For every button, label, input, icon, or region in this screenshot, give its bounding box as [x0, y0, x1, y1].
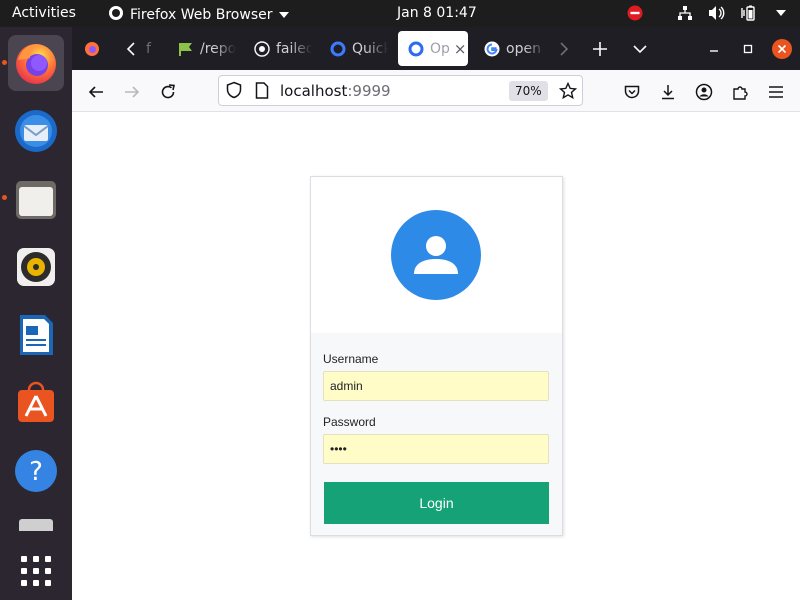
tab-strip: f /repo failed Quick Op × open: [72, 27, 800, 70]
grid-icon: [21, 556, 51, 586]
menu-button[interactable]: [762, 78, 790, 106]
navigation-toolbar: localhost:9999 70%: [72, 70, 800, 112]
running-indicator: [2, 60, 7, 65]
account-button[interactable]: [690, 78, 718, 106]
close-tab-icon[interactable]: ×: [454, 40, 467, 58]
user-icon: [414, 236, 458, 274]
thunderbird-icon: [15, 110, 57, 152]
dock-item-files[interactable]: [8, 171, 64, 227]
app-menu-label: Firefox Web Browser: [130, 7, 273, 23]
plus-icon: [593, 42, 607, 56]
tab-op-selected[interactable]: Op ×: [398, 31, 468, 66]
list-all-tabs-button[interactable]: [626, 35, 654, 63]
dock: ?: [0, 27, 72, 600]
dock-item-firefox[interactable]: [8, 35, 64, 91]
quickwork-icon: [408, 41, 424, 57]
do-not-disturb-icon[interactable]: [626, 4, 644, 22]
rhythmbox-icon: [17, 248, 55, 286]
forward-arrow-icon: [125, 86, 140, 98]
chevron-down-icon: [278, 7, 289, 23]
minimize-icon: [710, 50, 718, 52]
maximize-button[interactable]: [734, 35, 762, 63]
firefox-view-button[interactable]: [78, 35, 106, 63]
bookmark-star-icon[interactable]: [558, 81, 578, 104]
zoom-indicator[interactable]: 70%: [509, 81, 548, 101]
dock-item-partial[interactable]: [8, 511, 64, 531]
software-icon: [18, 381, 54, 422]
quickwork-icon: [330, 41, 346, 57]
forward-button[interactable]: [118, 78, 146, 106]
dock-item-thunderbird[interactable]: [8, 103, 64, 159]
reload-button[interactable]: [154, 78, 182, 106]
show-applications-button[interactable]: [8, 543, 64, 599]
hamburger-icon: [769, 86, 783, 98]
firefox-icon: [16, 44, 56, 84]
login-card-header: [311, 177, 562, 333]
system-tray[interactable]: [626, 4, 790, 22]
dock-item-software[interactable]: [8, 375, 64, 431]
dock-item-rhythmbox[interactable]: [8, 239, 64, 295]
password-label: Password: [323, 415, 376, 429]
reload-icon: [161, 84, 175, 99]
app-menu[interactable]: Firefox Web Browser: [108, 5, 289, 25]
system-top-bar: Activities Firefox Web Browser Jan 8 01:…: [0, 0, 800, 27]
login-button[interactable]: Login: [324, 482, 549, 524]
chevron-right-icon: [560, 42, 569, 56]
download-icon: [662, 85, 674, 100]
password-input[interactable]: [323, 434, 549, 464]
downloads-button[interactable]: [654, 78, 682, 106]
svg-text:?: ?: [29, 457, 43, 487]
github-icon: [254, 40, 270, 57]
application-icon: [19, 519, 53, 531]
google-icon: [484, 41, 500, 57]
help-icon: ?: [15, 450, 57, 492]
puzzle-icon: [733, 86, 748, 100]
activities-button[interactable]: Activities: [12, 5, 76, 21]
username-input[interactable]: [323, 371, 549, 401]
dock-item-writer[interactable]: [8, 307, 64, 363]
flag-icon: [178, 41, 194, 57]
firefox-icon: [85, 42, 99, 56]
minimize-button[interactable]: [700, 35, 728, 63]
tab-quick[interactable]: Quick: [320, 31, 388, 66]
battery-icon[interactable]: [740, 4, 758, 22]
volume-icon[interactable]: [708, 4, 726, 22]
chevron-left-icon: [126, 41, 135, 56]
running-indicator: [2, 195, 7, 200]
back-button[interactable]: [82, 78, 110, 106]
tab-repo[interactable]: /repo: [168, 31, 236, 66]
close-window-button[interactable]: [768, 35, 796, 63]
url-port: :9999: [347, 82, 391, 100]
pocket-button[interactable]: [618, 78, 646, 106]
extensions-button[interactable]: [726, 78, 754, 106]
firefox-small-icon: [108, 5, 124, 25]
dock-item-help[interactable]: ?: [8, 443, 64, 499]
tab-label: Op: [430, 40, 450, 57]
shield-icon[interactable]: [225, 81, 243, 103]
chevron-down-icon: [633, 45, 647, 54]
chevron-down-icon[interactable]: [772, 4, 790, 22]
username-label: Username: [323, 352, 379, 366]
tab-open[interactable]: open: [474, 31, 546, 66]
url-bar[interactable]: localhost:9999 70%: [218, 75, 583, 106]
tab-scroll-right[interactable]: [550, 35, 578, 63]
url-host: localhost: [280, 82, 348, 100]
tab-failed[interactable]: failed: [244, 31, 312, 66]
new-tab-button[interactable]: [586, 35, 614, 63]
network-icon[interactable]: [676, 4, 694, 22]
writer-icon: [20, 315, 53, 355]
url-text[interactable]: localhost:9999: [280, 82, 391, 100]
back-arrow-icon: [88, 86, 103, 98]
clock[interactable]: Jan 8 01:47: [397, 5, 477, 21]
login-card: Username Password Login: [310, 176, 563, 536]
files-icon: [16, 181, 56, 219]
avatar: [391, 210, 481, 300]
pocket-icon: [624, 85, 640, 99]
close-icon: [772, 39, 792, 59]
tab-scroll-left[interactable]: f: [116, 31, 160, 66]
page-icon[interactable]: [255, 82, 269, 103]
account-icon: [695, 83, 713, 101]
maximize-icon: [743, 44, 753, 54]
